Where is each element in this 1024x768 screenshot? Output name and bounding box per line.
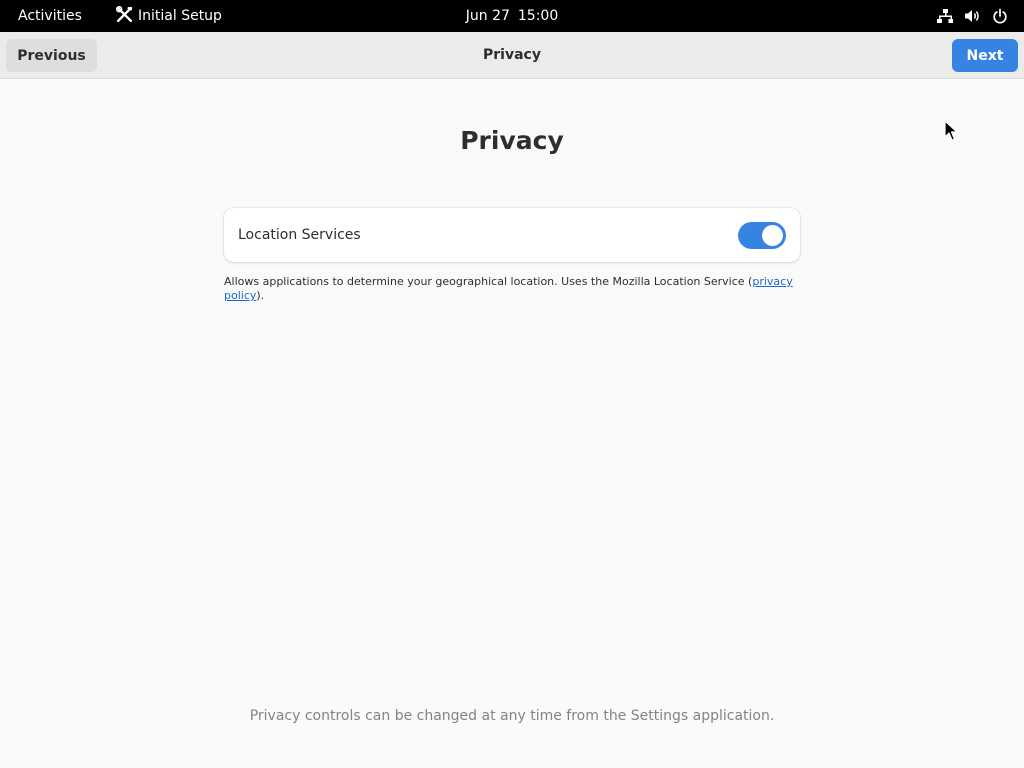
header-title: Privacy bbox=[483, 47, 541, 63]
footer-note: Privacy controls can be changed at any t… bbox=[249, 708, 775, 724]
next-button[interactable]: Next bbox=[952, 39, 1018, 72]
clock[interactable]: Jun 27 15:00 bbox=[412, 0, 612, 32]
page-title: Privacy bbox=[460, 126, 564, 155]
location-services-row: Location Services bbox=[224, 208, 800, 262]
network-wired-icon bbox=[937, 8, 953, 24]
top-bar: Activities Initial Setup Jun 27 15:00 bbox=[0, 0, 1024, 32]
app-name: Initial Setup bbox=[138, 8, 222, 24]
tools-icon bbox=[115, 5, 138, 27]
clock-date: Jun 27 bbox=[465, 8, 510, 24]
activities-button[interactable]: Activities bbox=[18, 0, 82, 32]
previous-button[interactable]: Previous bbox=[6, 39, 97, 72]
location-services-description: Allows applications to determine your ge… bbox=[224, 275, 800, 303]
header-bar: Previous Privacy Next bbox=[0, 32, 1024, 79]
switch-knob bbox=[762, 225, 783, 246]
volume-icon bbox=[964, 8, 981, 24]
app-menu[interactable]: Initial Setup bbox=[115, 0, 222, 32]
system-status-area[interactable] bbox=[937, 0, 1008, 32]
description-text: Allows applications to determine your ge… bbox=[224, 275, 753, 288]
clock-time: 15:00 bbox=[517, 8, 559, 24]
location-services-label: Location Services bbox=[238, 227, 361, 243]
description-suffix: ). bbox=[256, 289, 265, 302]
location-services-switch[interactable] bbox=[738, 222, 786, 249]
power-icon bbox=[992, 8, 1008, 24]
mouse-pointer-icon bbox=[944, 120, 958, 146]
